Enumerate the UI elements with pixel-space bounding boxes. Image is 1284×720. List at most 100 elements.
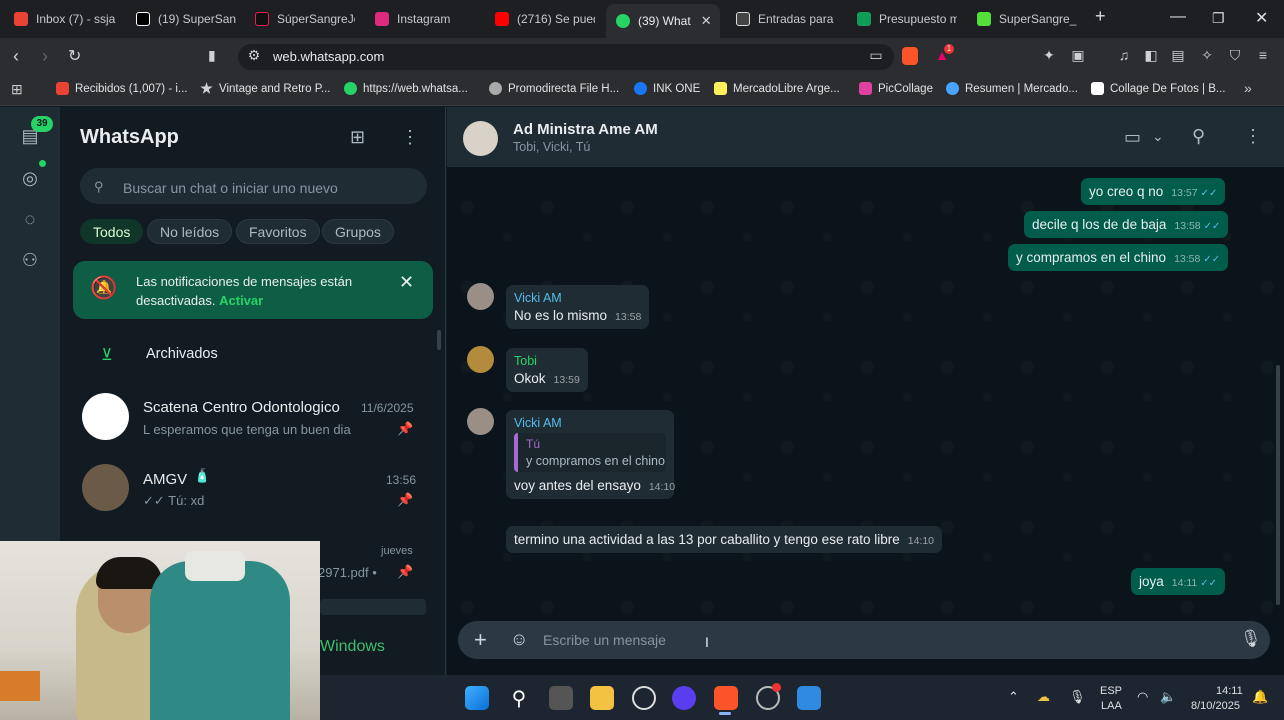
clock-time[interactable]: 14:11 (1216, 685, 1243, 697)
channels-icon[interactable]: ◌ (18, 209, 42, 233)
bookmark-icon[interactable]: ▮ (208, 47, 216, 64)
clock-date[interactable]: 8/10/2025 (1191, 700, 1240, 712)
archived-row[interactable]: Archivados (146, 346, 218, 362)
tab-instagram[interactable]: Instagram (375, 5, 475, 33)
bookmark-item[interactable]: Recibidos (1,007) - i... (56, 82, 188, 95)
wifi-icon[interactable]: ◠ (1137, 689, 1148, 705)
onedrive-icon[interactable]: ☁ (1037, 689, 1050, 705)
chat-name: Scatena Centro Odontologico (143, 399, 340, 416)
task-view-icon[interactable] (549, 686, 573, 710)
group-avatar[interactable] (463, 121, 498, 156)
tab-youtube[interactable]: (2716) Se pued (495, 5, 595, 33)
microphone-icon[interactable]: 🎙 (1069, 689, 1086, 705)
bookmark-item[interactable]: PicCollage (859, 82, 933, 95)
bookmark-item[interactable]: MercadoLibre Arge... (714, 82, 840, 95)
bookmark-item[interactable]: Collage De Fotos | B... (1091, 82, 1225, 95)
chat-row-amgv[interactable]: AMGV 🧴 13:56 ✓✓ Tú: xd 📌 (60, 452, 446, 524)
menu-dots-icon[interactable]: ⋮ (401, 127, 419, 148)
keyboard-layout[interactable]: LAA (1101, 700, 1122, 712)
new-tab-button[interactable]: + (1095, 6, 1106, 27)
scrollbar[interactable] (1276, 365, 1280, 605)
search-icon[interactable]: ⚲ (507, 686, 531, 710)
tab-x[interactable]: (19) SuperSang (136, 5, 236, 33)
back-icon[interactable]: ‹ (13, 46, 19, 67)
close-tab-icon[interactable]: ✕ (701, 13, 712, 29)
message-placeholder: Escribe un mensaje (543, 632, 666, 648)
close-window-icon[interactable]: ✕ (1255, 8, 1268, 28)
sender-avatar[interactable] (467, 408, 494, 435)
tab-gmail[interactable]: Inbox (7) - ssja (14, 5, 124, 33)
activate-link[interactable]: Activar (219, 293, 263, 308)
brave-shield-icon[interactable] (902, 47, 918, 65)
file-explorer-icon[interactable] (590, 686, 614, 710)
sidebar-icon[interactable]: ◧ (1143, 47, 1159, 63)
message-text: No es lo mismo (514, 308, 608, 323)
photos-icon[interactable] (797, 686, 821, 710)
tab-whatsapp[interactable]: (39) What ✕ (606, 4, 720, 38)
bookmark-item[interactable]: Promodirecta File H... (489, 82, 619, 95)
message-incoming[interactable]: Tobi Okok 13:59 (506, 348, 588, 392)
site-settings-icon[interactable]: ⚙ (246, 47, 262, 63)
message-outgoing[interactable]: y compramos en el chino 13:58 ✓✓ (1008, 244, 1229, 271)
forward-icon[interactable]: › (42, 46, 48, 67)
quoted-message[interactable]: Tú y compramos en el chino (514, 433, 666, 472)
attach-plus-icon[interactable]: + (474, 627, 487, 653)
microphone-icon[interactable]: 🎙 (1240, 629, 1262, 649)
bookmark-item[interactable]: Resumen | Mercado... (946, 82, 1078, 95)
filter-groups[interactable]: Grupos (322, 219, 394, 244)
video-call-icon[interactable]: ▭ (1124, 127, 1141, 148)
status-icon[interactable]: ◎ (18, 168, 42, 192)
message-incoming[interactable]: Vicki AM Tú y compramos en el chino voy … (506, 410, 675, 499)
message-outgoing[interactable]: decile q los de de baja 13:58 ✓✓ (1024, 211, 1229, 238)
start-icon[interactable] (465, 686, 489, 710)
tab-kick[interactable]: SuperSangre_1 (977, 5, 1077, 33)
message-incoming[interactable]: termino una actividad a las 13 por cabal… (506, 526, 943, 553)
reload-icon[interactable]: ↻ (68, 46, 81, 66)
wallet-icon[interactable]: ▤ (1170, 47, 1186, 63)
search-icon[interactable]: ⚲ (1192, 126, 1205, 147)
tab-search-icon[interactable]: ▣ (1070, 47, 1086, 63)
menu-dots-icon[interactable]: ⋮ (1244, 126, 1262, 147)
message-incoming[interactable]: Vicki AM No es lo mismo 13:58 (506, 285, 650, 329)
new-chat-icon[interactable]: ⊞ (350, 127, 365, 148)
communities-icon[interactable]: ⚇ (18, 250, 42, 274)
app-icon[interactable] (672, 686, 696, 710)
notification-bell-icon[interactable]: 🔔 (1252, 689, 1268, 705)
tab-presupuesto[interactable]: Presupuesto m (857, 5, 957, 33)
more-bookmarks-icon[interactable]: » (1244, 80, 1252, 96)
sticker-icon[interactable]: ☺ (510, 629, 528, 650)
maximize-icon[interactable]: ❐ (1212, 10, 1225, 27)
vpn-icon[interactable]: ⛉ (1227, 47, 1243, 63)
leo-icon[interactable]: ✧ (1199, 47, 1215, 63)
chevron-up-icon[interactable]: ⌃ (1008, 689, 1019, 705)
tab-tiktok[interactable]: SúperSangreJo (255, 5, 355, 33)
apps-grid-icon[interactable]: ⊞ (11, 81, 23, 98)
minimize-icon[interactable]: — (1170, 8, 1186, 26)
conversation-title[interactable]: Ad Ministra Ame AM (513, 121, 658, 138)
chevron-down-icon[interactable]: ⌄ (1152, 128, 1164, 145)
url-text[interactable]: web.whatsapp.com (273, 49, 384, 64)
sender-avatar[interactable] (467, 283, 494, 310)
brave-icon[interactable] (714, 686, 738, 710)
tab-entradas[interactable]: Entradas para (736, 5, 836, 33)
bookmark-item[interactable]: https://web.whatsa... (344, 82, 468, 95)
filter-all[interactable]: Todos (80, 219, 144, 244)
bookmark-label: INK ONE (653, 82, 701, 95)
cast-icon[interactable]: ▭ (868, 47, 884, 63)
language-indicator[interactable]: ESP (1100, 685, 1122, 697)
volume-icon[interactable]: 🔈 (1160, 689, 1176, 705)
menu-icon[interactable]: ≡ (1255, 47, 1271, 63)
message-outgoing[interactable]: joya 14:11 ✓✓ (1131, 568, 1226, 595)
bookmark-item[interactable]: INK ONE (634, 82, 700, 95)
sender-avatar[interactable] (467, 346, 494, 373)
chat-row-scatena[interactable]: Scatena Centro Odontologico 11/6/2025 L … (60, 380, 446, 452)
filter-favorites[interactable]: Favoritos (236, 219, 320, 244)
extensions-icon[interactable]: ✦ (1041, 47, 1057, 63)
filter-unread[interactable]: No leídos (147, 219, 233, 244)
chatgpt-icon[interactable] (632, 686, 656, 710)
message-outgoing[interactable]: yo creo q no 13:57 ✓✓ (1081, 178, 1226, 205)
scrollbar[interactable] (437, 330, 441, 350)
music-icon[interactable]: ♫ (1116, 47, 1132, 63)
bookmark-item[interactable]: Vintage and Retro P... (200, 82, 330, 95)
close-banner-icon[interactable]: ✕ (399, 272, 414, 293)
